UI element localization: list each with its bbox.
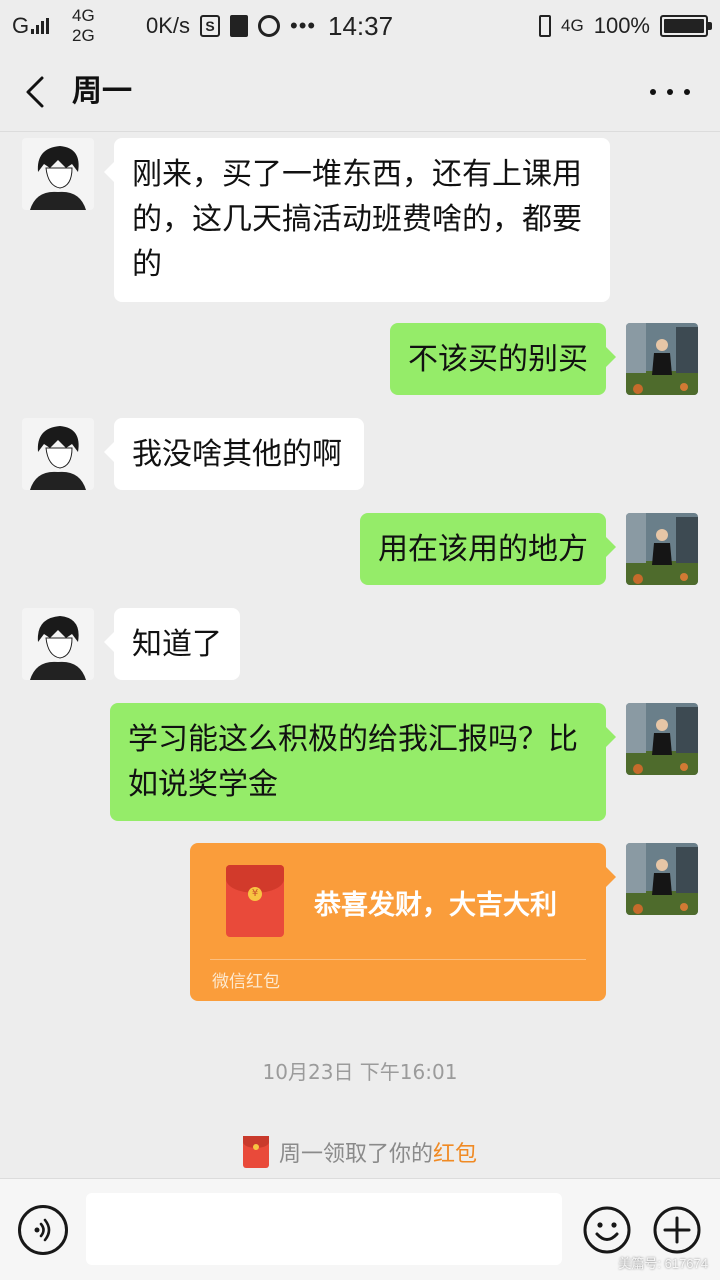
watermark: 美篇号: 617674	[618, 1256, 708, 1271]
message-timestamp: 10月23日 下午16:01	[262, 1060, 458, 1084]
q-app-icon	[258, 15, 280, 37]
message-bubble-received[interactable]: 刚来，买了一堆东西，还有上课用的，这几天搞活动班费啥的，都要的	[104, 138, 610, 302]
my-avatar[interactable]	[626, 843, 698, 915]
carrier-label: G	[12, 13, 30, 38]
voice-icon	[34, 1218, 51, 1242]
message-bubble-received[interactable]: 我没啥其他的啊	[104, 418, 364, 490]
battery-icon	[660, 15, 712, 37]
status-bar: G 4G 2G 0K/s S ••• 14:37 4G 100%	[0, 0, 720, 52]
notice-text: 周一领取了你的	[278, 1142, 433, 1167]
coin-icon: ¥	[248, 887, 262, 901]
red-packet-link[interactable]: 红包	[433, 1136, 477, 1168]
photo-avatar-icon	[626, 513, 698, 585]
clock: 14:37	[328, 10, 394, 41]
message-bubble-sent[interactable]: 不该买的别买	[390, 323, 616, 395]
network-indicator: 4G 2G	[72, 6, 95, 45]
s-app-icon: S	[200, 15, 220, 37]
divider	[210, 959, 586, 960]
message-bubble-sent[interactable]: 用在该用的地方	[360, 513, 616, 585]
photo-avatar-icon	[626, 843, 698, 915]
voice-button[interactable]	[18, 1205, 68, 1255]
red-envelope-icon: ¥	[226, 865, 284, 937]
contact-avatar[interactable]	[22, 418, 94, 490]
emoji-button[interactable]	[582, 1205, 632, 1255]
my-avatar[interactable]	[626, 513, 698, 585]
battery-percent: 100%	[593, 13, 650, 38]
my-avatar[interactable]	[626, 703, 698, 775]
anime-boy-avatar-icon	[22, 138, 94, 210]
network-speed: 0K/s	[146, 13, 191, 38]
vibrate-icon	[539, 15, 552, 37]
more-notifications-icon: •••	[290, 13, 317, 38]
system-notice: 周一领取了你的 红包	[0, 1136, 720, 1168]
network-right-label: 4G	[561, 16, 584, 35]
more-button[interactable]	[650, 78, 690, 106]
emoji-icon	[583, 1206, 631, 1254]
message-bubble-sent[interactable]: 学习能这么积极的给我汇报吗？比如说奖学金	[110, 703, 616, 821]
signal-icon	[31, 18, 50, 34]
chat-header: 周一	[0, 52, 720, 132]
plus-icon	[653, 1206, 701, 1254]
red-packet-message[interactable]: ¥ 恭喜发财，大吉大利 微信红包	[190, 843, 616, 1001]
my-avatar[interactable]	[626, 323, 698, 395]
clipboard-icon	[230, 15, 248, 37]
photo-avatar-icon	[626, 323, 698, 395]
chevron-left-icon	[26, 76, 44, 108]
anime-boy-avatar-icon	[22, 608, 94, 680]
more-dots-icon	[650, 89, 656, 95]
message-bubble-received[interactable]: 知道了	[104, 608, 240, 680]
red-envelope-icon	[242, 1136, 269, 1168]
chat-title: 周一	[72, 74, 132, 109]
contact-avatar[interactable]	[22, 138, 94, 210]
back-button[interactable]	[18, 72, 58, 112]
plus-button[interactable]	[652, 1205, 702, 1255]
red-packet-label: 微信红包	[212, 972, 280, 992]
anime-boy-avatar-icon	[22, 418, 94, 490]
message-input[interactable]	[86, 1193, 562, 1265]
red-packet-title: 恭喜发财，大吉大利	[314, 890, 557, 921]
input-bar: 美篇号: 617674	[0, 1178, 720, 1280]
contact-avatar[interactable]	[22, 608, 94, 680]
photo-avatar-icon	[626, 703, 698, 775]
